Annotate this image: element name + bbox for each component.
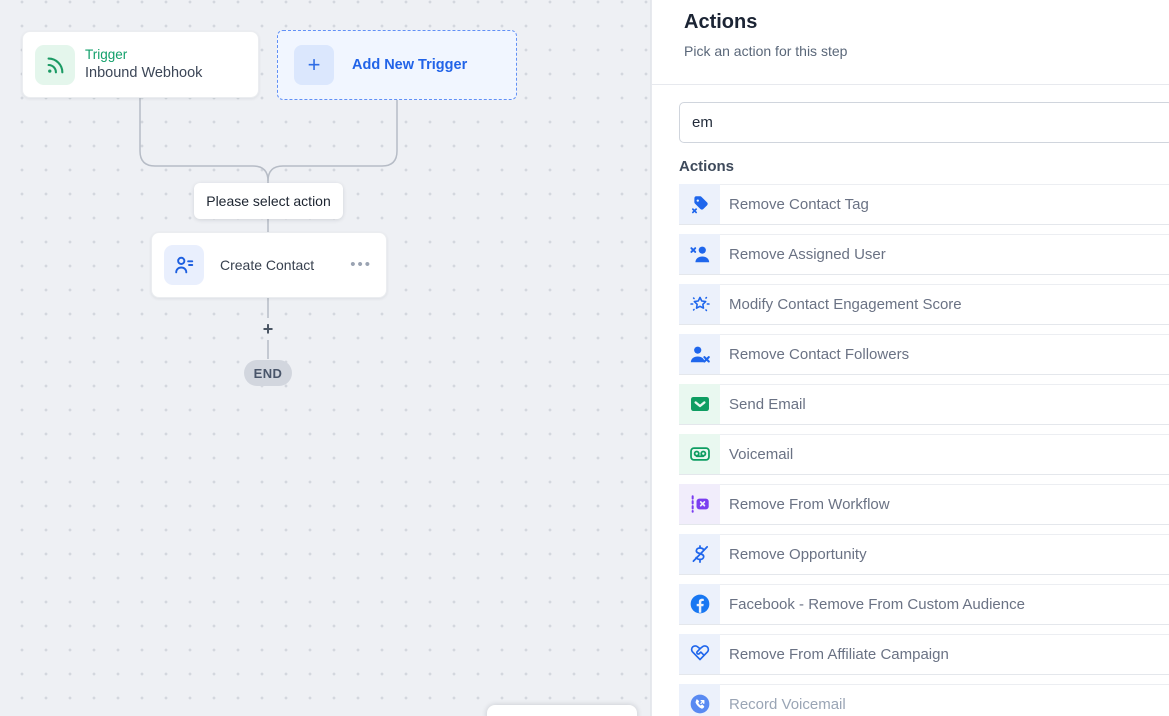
panel-subtitle: Pick an action for this step bbox=[684, 43, 1169, 59]
action-item-voicemail[interactable]: Voicemail bbox=[679, 434, 1169, 475]
action-item-label: Record Voicemail bbox=[720, 684, 1169, 716]
workflow-connector-lines bbox=[0, 0, 651, 716]
voicemail-icon bbox=[679, 434, 720, 474]
node-menu-dots-icon[interactable]: ••• bbox=[350, 262, 372, 268]
webhook-icon bbox=[35, 45, 75, 85]
canvas-toolbar-peek[interactable] bbox=[487, 705, 637, 716]
trigger-node-subtitle: Inbound Webhook bbox=[85, 64, 202, 84]
create-contact-label: Create Contact bbox=[220, 257, 350, 273]
actions-panel: Actions Pick an action for this step Act… bbox=[651, 0, 1169, 716]
email-icon bbox=[679, 384, 720, 424]
action-item-remove-opportunity[interactable]: Remove Opportunity bbox=[679, 534, 1169, 575]
tag-x-icon bbox=[679, 184, 720, 224]
engagement-star-icon bbox=[679, 284, 720, 324]
actions-section-label: Actions bbox=[679, 158, 1169, 175]
dollar-slash-icon bbox=[679, 534, 720, 574]
action-item-label: Voicemail bbox=[720, 434, 1169, 474]
action-item-remove-contact-followers[interactable]: Remove Contact Followers bbox=[679, 334, 1169, 375]
create-contact-node[interactable]: Create Contact ••• bbox=[151, 232, 387, 298]
action-item-label: Facebook - Remove From Custom Audience bbox=[720, 584, 1169, 624]
phone-record-icon bbox=[679, 684, 720, 716]
panel-title: Actions bbox=[684, 11, 1169, 34]
action-list: Remove Contact Tag Remove Assigned User Mo… bbox=[679, 184, 1169, 716]
action-item-remove-from-workflow[interactable]: Remove From Workflow bbox=[679, 484, 1169, 525]
add-step-plus-button[interactable]: + bbox=[256, 318, 280, 340]
user-x-left-icon bbox=[679, 234, 720, 274]
action-item-label: Remove Contact Followers bbox=[720, 334, 1169, 374]
contact-icon bbox=[164, 245, 204, 285]
action-item-label: Remove Assigned User bbox=[720, 234, 1169, 274]
action-item-label: Remove From Affiliate Campaign bbox=[720, 634, 1169, 674]
facebook-icon bbox=[679, 584, 720, 624]
action-item-modify-contact-engagement-score[interactable]: Modify Contact Engagement Score bbox=[679, 284, 1169, 325]
action-item-send-email[interactable]: Send Email bbox=[679, 384, 1169, 425]
action-item-label: Remove Contact Tag bbox=[720, 184, 1169, 224]
action-item-remove-assigned-user[interactable]: Remove Assigned User bbox=[679, 234, 1169, 275]
handshake-icon bbox=[679, 634, 720, 674]
trigger-node[interactable]: Trigger Inbound Webhook bbox=[22, 31, 259, 98]
add-new-trigger-label: Add New Trigger bbox=[352, 57, 467, 73]
plus-icon: + bbox=[294, 45, 334, 85]
user-x-right-icon bbox=[679, 334, 720, 374]
workflow-x-icon bbox=[679, 484, 720, 524]
action-item-label: Remove Opportunity bbox=[720, 534, 1169, 574]
trigger-node-title: Trigger bbox=[85, 46, 202, 64]
action-item-remove-contact-tag[interactable]: Remove Contact Tag bbox=[679, 184, 1169, 225]
end-badge: END bbox=[244, 360, 292, 386]
action-search-input[interactable] bbox=[679, 102, 1169, 143]
action-item-remove-from-affiliate-campaign[interactable]: Remove From Affiliate Campaign bbox=[679, 634, 1169, 675]
workflow-canvas[interactable]: Trigger Inbound Webhook + Add New Trigge… bbox=[0, 0, 651, 716]
please-select-action-label: Please select action bbox=[194, 183, 343, 219]
action-item-label: Send Email bbox=[720, 384, 1169, 424]
add-new-trigger-button[interactable]: + Add New Trigger bbox=[277, 30, 517, 100]
action-item-facebook-remove-from-custom-audience[interactable]: Facebook - Remove From Custom Audience bbox=[679, 584, 1169, 625]
action-item-label: Remove From Workflow bbox=[720, 484, 1169, 524]
action-item-label: Modify Contact Engagement Score bbox=[720, 284, 1169, 324]
action-item-record-voicemail[interactable]: Record Voicemail bbox=[679, 684, 1169, 716]
